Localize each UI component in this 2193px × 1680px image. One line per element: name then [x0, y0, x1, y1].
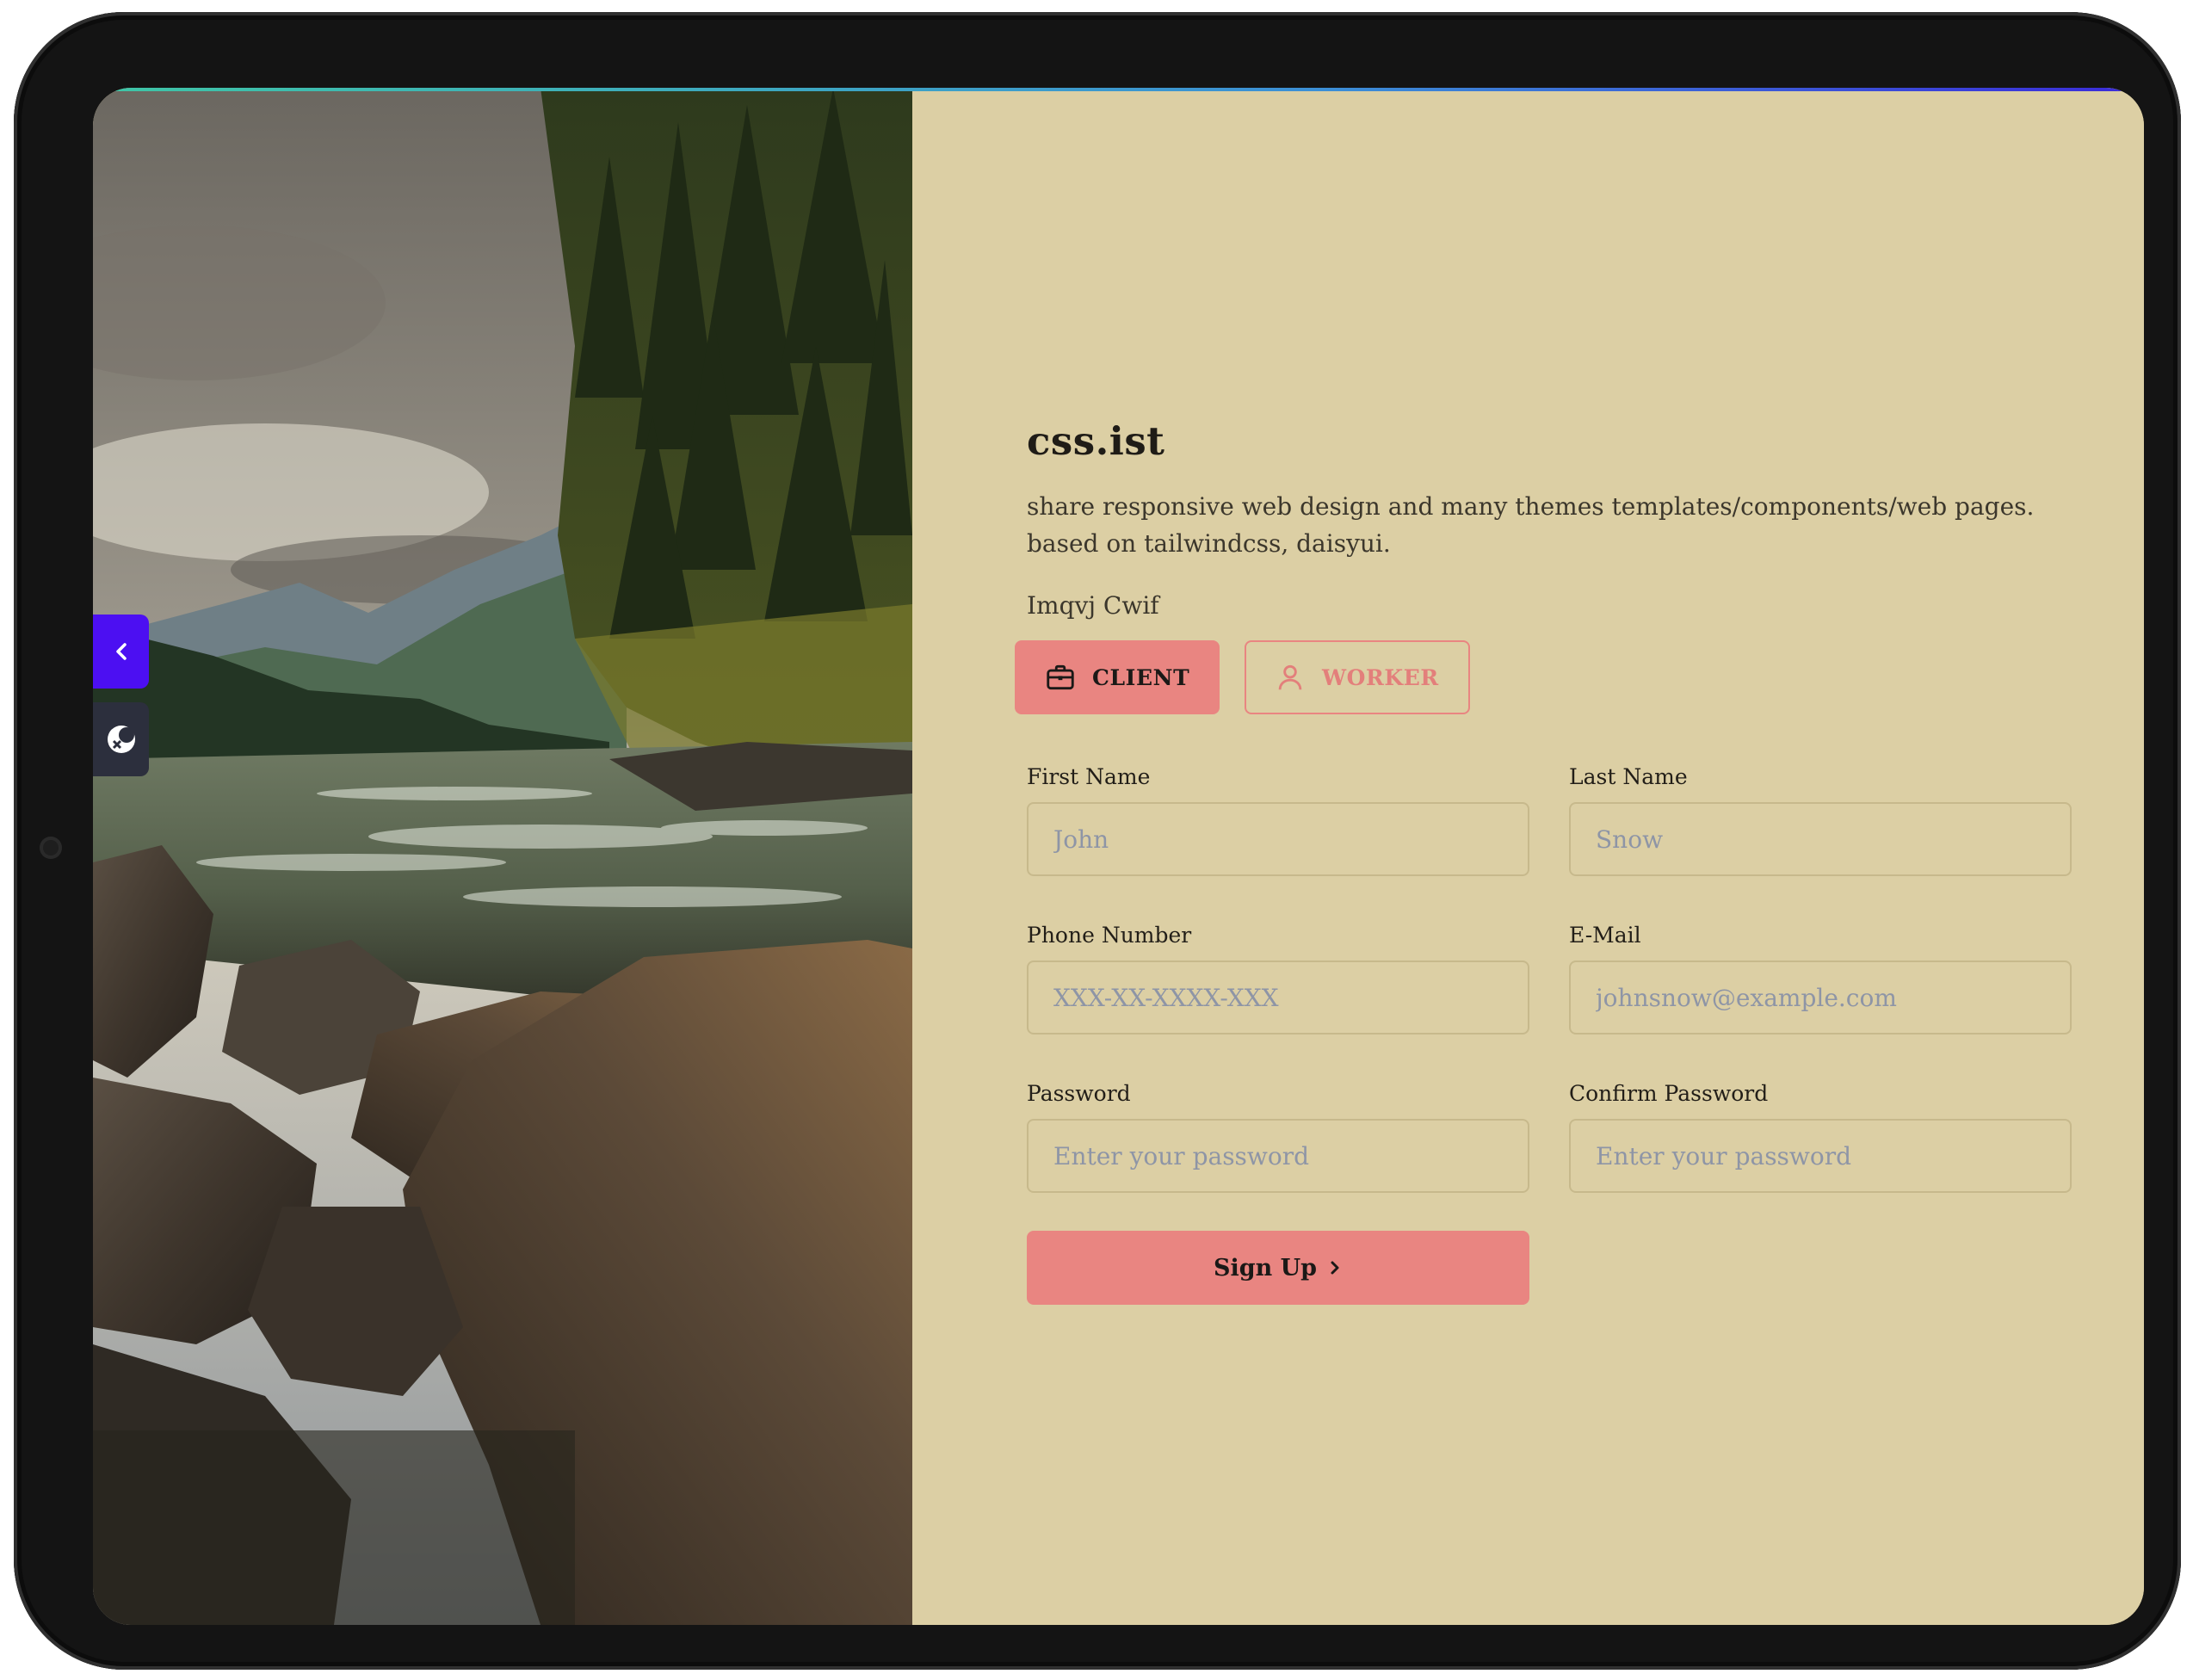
role-client-button[interactable]: CLIENT: [1015, 640, 1220, 714]
signup-content: css.ist share responsive web design and …: [1015, 418, 2073, 1305]
phone-field-group: Phone Number: [1027, 923, 1529, 1035]
top-accent-line: [93, 88, 2144, 91]
last-name-input[interactable]: [1569, 802, 2072, 876]
first-name-field-group: First Name: [1027, 764, 1529, 876]
signup-panel: css.ist share responsive web design and …: [912, 88, 2144, 1625]
phone-label: Phone Number: [1027, 923, 1192, 948]
briefcase-icon: [1047, 664, 1074, 690]
confirm-password-field-group: Confirm Password: [1569, 1081, 2072, 1193]
password-label: Password: [1027, 1081, 1131, 1106]
screen: css.ist share responsive web design and …: [93, 88, 2144, 1625]
first-name-label: First Name: [1027, 764, 1151, 789]
phone-input[interactable]: [1027, 960, 1529, 1035]
role-worker-label: WORKER: [1322, 664, 1439, 690]
email-label: E-Mail: [1569, 923, 1641, 948]
sign-up-label: Sign Up: [1213, 1254, 1318, 1282]
user-icon: [1278, 664, 1302, 690]
role-client-label: CLIENT: [1092, 664, 1190, 690]
chevron-right-icon: [1331, 1261, 1339, 1275]
last-name-label: Last Name: [1569, 764, 1688, 789]
email-input[interactable]: [1569, 960, 2072, 1035]
landscape-photo: [93, 88, 912, 1625]
theme-toggle-icon: [107, 726, 135, 753]
email-field-group: E-Mail: [1569, 923, 2072, 1035]
role-selector: CLIENT WORKER: [1015, 640, 2073, 714]
chevron-left-icon: [115, 643, 127, 660]
password-input[interactable]: [1027, 1119, 1529, 1193]
sidebar-toggle-button[interactable]: [93, 615, 149, 689]
sign-up-button[interactable]: Sign Up: [1027, 1231, 1529, 1305]
camera-dot: [40, 837, 62, 859]
password-field-group: Password: [1027, 1081, 1529, 1193]
confirm-password-input[interactable]: [1569, 1119, 2072, 1193]
confirm-password-label: Confirm Password: [1569, 1081, 1769, 1106]
brand-title: css.ist: [1027, 418, 1165, 464]
landscape-illustration: [93, 88, 912, 1625]
first-name-input[interactable]: [1027, 802, 1529, 876]
tablet-frame: css.ist share responsive web design and …: [14, 12, 2181, 1670]
account-type-label: Imqvj Cwif: [1027, 591, 1159, 620]
brand-description: share responsive web design and many the…: [1027, 492, 2035, 558]
signup-form: First Name Last Name Phone Number E-Mail: [1027, 764, 2073, 1193]
theme-toggle-button[interactable]: [93, 702, 149, 776]
last-name-field-group: Last Name: [1569, 764, 2072, 876]
role-worker-button[interactable]: WORKER: [1245, 640, 1470, 714]
